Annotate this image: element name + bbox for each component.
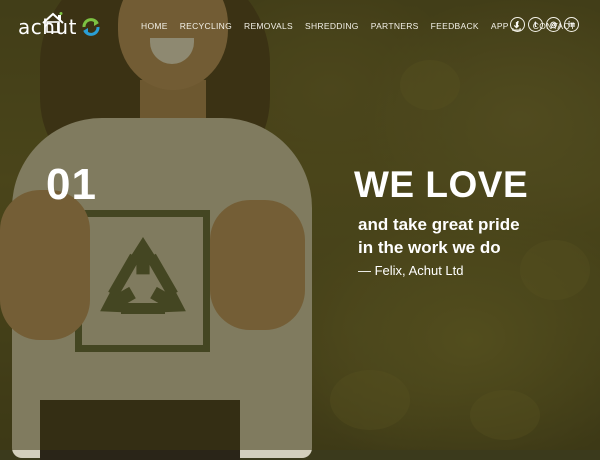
nav-shredding-label: SHREDDING xyxy=(305,21,359,31)
facebook-icon[interactable]: f xyxy=(510,17,525,32)
linkedin-icon[interactable]: in xyxy=(564,17,579,32)
hero-subline-line: and take great pride xyxy=(358,215,520,234)
hero-headline: WE LOVE xyxy=(354,164,529,205)
hero-subline: and take great pride in the work we do xyxy=(358,213,520,259)
hero-attribution: — Felix, Achut Ltd xyxy=(358,263,464,278)
nav-partners-label: PARTNERS xyxy=(370,21,419,31)
house-icon xyxy=(42,12,64,33)
instagram-icon[interactable]: ◎ xyxy=(546,17,561,32)
nav-removals-label: REMOVALS xyxy=(244,21,294,31)
nav-recycling[interactable]: RECYCLING xyxy=(180,20,232,32)
nav-app-label: APP xyxy=(490,21,509,31)
nav-home[interactable]: HOME xyxy=(141,20,168,32)
nav-home-label: HOME xyxy=(141,21,168,31)
nav-partners[interactable]: PARTNERS xyxy=(371,20,419,32)
nav-feedback-label: FEEDBACK xyxy=(430,21,479,31)
nav-feedback[interactable]: FEEDBACK xyxy=(431,20,479,32)
hero-subline-line: in the work we do xyxy=(358,238,501,257)
recycle-icon xyxy=(82,18,100,36)
slide-number: 01 xyxy=(46,160,97,209)
twitter-icon[interactable]: t xyxy=(528,17,543,32)
site-logo[interactable]: achut xyxy=(18,12,102,37)
nav-recycling-label: RECYCLING xyxy=(179,21,232,31)
social-links: f t ◎ in xyxy=(510,17,579,32)
nav-shredding[interactable]: SHREDDING xyxy=(305,20,359,32)
nav-removals[interactable]: REMOVALS xyxy=(244,20,293,32)
